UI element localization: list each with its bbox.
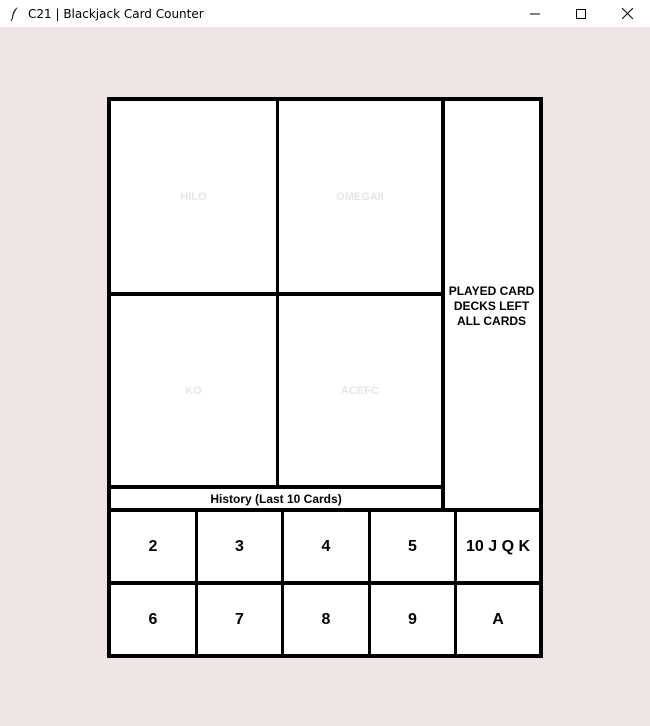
window-title: C21 | Blackjack Card Counter bbox=[28, 6, 204, 21]
info-panel: PLAYED CARD DECKS LEFT ALL CARDS bbox=[444, 101, 539, 512]
acefc-label: ACEFC bbox=[341, 384, 379, 397]
card-button-2[interactable]: 2 bbox=[111, 512, 195, 581]
card-button-9[interactable]: 9 bbox=[371, 585, 454, 654]
ko-label: KO bbox=[185, 384, 202, 397]
hilo-label: HILO bbox=[180, 190, 207, 203]
history-label: History (Last 10 Cards) bbox=[210, 491, 342, 506]
window-titlebar: C21 | Blackjack Card Counter bbox=[0, 0, 650, 27]
minimize-button[interactable] bbox=[512, 0, 558, 27]
decks-left-label: DECKS LEFT bbox=[453, 299, 530, 313]
close-icon bbox=[621, 6, 633, 22]
omega-panel: OMEGAII bbox=[279, 101, 441, 292]
history-bar: History (Last 10 Cards) bbox=[111, 489, 441, 508]
card-button-5[interactable]: 5 bbox=[371, 512, 454, 581]
card-button-8[interactable]: 8 bbox=[284, 585, 368, 654]
minimize-icon bbox=[530, 6, 540, 22]
hilo-panel: HILO bbox=[111, 101, 276, 292]
ko-panel: KO bbox=[111, 296, 276, 485]
maximize-button[interactable] bbox=[558, 0, 604, 27]
maximize-icon bbox=[576, 6, 586, 22]
card-button-ace[interactable]: A bbox=[457, 585, 539, 654]
close-button[interactable] bbox=[604, 0, 650, 27]
all-cards-label: ALL CARDS bbox=[456, 314, 527, 328]
card-button-6[interactable]: 6 bbox=[111, 585, 195, 654]
card-button-7[interactable]: 7 bbox=[198, 585, 281, 654]
omega-label: OMEGAII bbox=[336, 190, 384, 203]
card-button-3[interactable]: 3 bbox=[198, 512, 281, 581]
played-card-label: PLAYED CARD bbox=[448, 284, 535, 298]
card-button-tens[interactable]: 10 J Q K bbox=[457, 512, 539, 581]
counter-board: HILO OMEGAII KO ACEFC PLAYED CARD DECKS … bbox=[107, 97, 543, 658]
acefc-panel: ACEFC bbox=[279, 296, 441, 485]
feather-icon bbox=[10, 6, 20, 22]
card-button-4[interactable]: 4 bbox=[284, 512, 368, 581]
